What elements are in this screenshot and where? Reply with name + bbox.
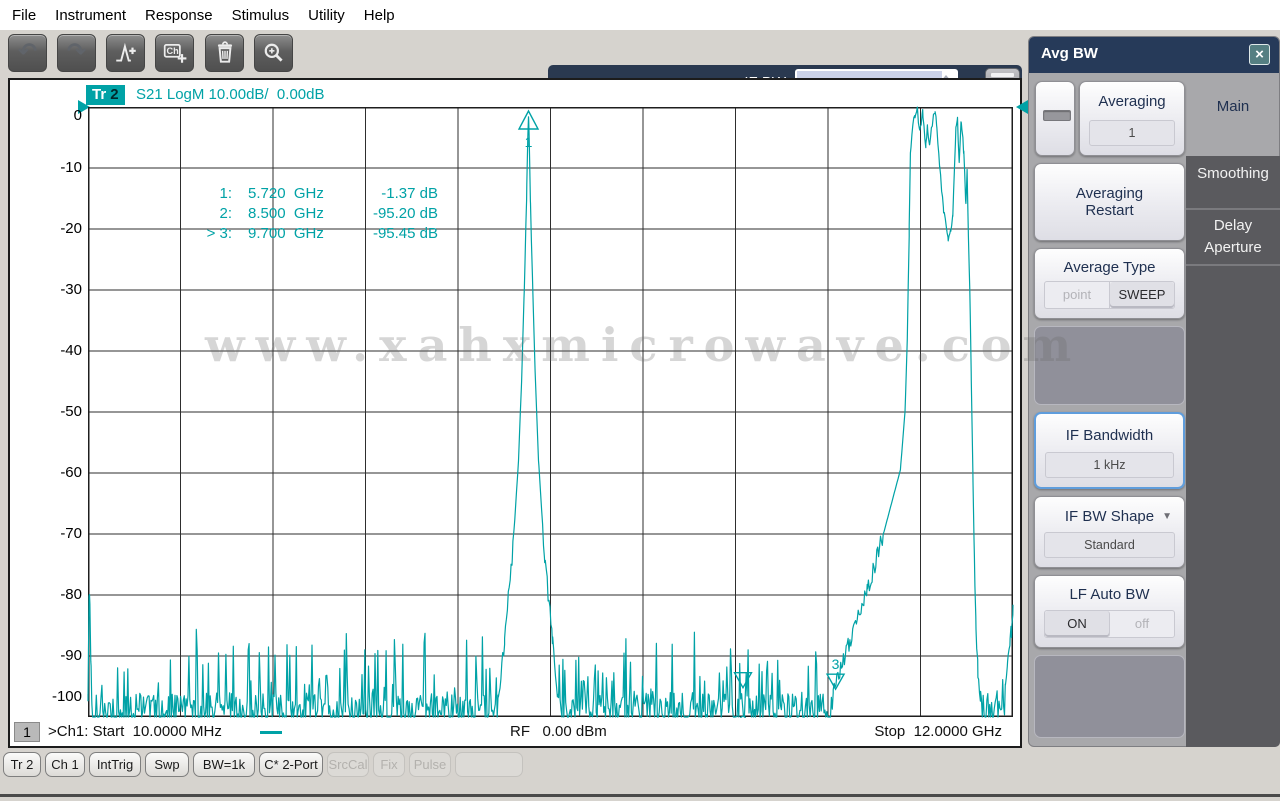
menu-item-file[interactable]: File (12, 7, 36, 24)
keypad-icon (991, 73, 1014, 77)
y-tick--40: -40 (60, 342, 82, 359)
tab-delay-aperture[interactable]: Delay (1186, 217, 1280, 234)
if-bandwidth-button[interactable]: IF Bandwidth 1 kHz (1034, 412, 1185, 489)
add-trace-button[interactable] (106, 34, 145, 72)
status-button-swp[interactable]: Swp (145, 752, 189, 777)
vna-application-window: File Instrument Response Stimulus Utility Hel… (0, 0, 1280, 801)
delete-trace-icon (217, 41, 232, 63)
marker-1-label: 1 (525, 134, 533, 150)
dropdown-arrow-icon: ▼ (1162, 511, 1172, 522)
redo-icon: ↷ (66, 38, 87, 64)
menu-bar: File Instrument Response Stimulus Utility Hel… (0, 0, 1280, 30)
averaging-button[interactable]: Averaging 1 (1079, 81, 1185, 156)
if-bw-shape-button[interactable]: IF BW Shape ▼ Standard (1034, 496, 1185, 568)
status-bar: Tr 2 Ch 1 IntTrig Swp BW=1k C* 2-Port SrcCal Fi… (3, 752, 523, 777)
tab-main[interactable]: Main (1186, 98, 1280, 115)
average-type-button[interactable]: Average Type point SWEEP (1034, 248, 1185, 319)
marker-3-label: 3 (832, 656, 840, 672)
redo-button[interactable]: ↷ (57, 34, 96, 72)
averaging-value: 1 (1089, 120, 1175, 146)
blank-softkey-2 (1034, 655, 1185, 738)
y-tick--20: -20 (60, 220, 82, 237)
zoom-button[interactable] (254, 34, 293, 72)
blank-softkey-1 (1034, 326, 1185, 405)
menu-item-help[interactable]: Help (364, 7, 395, 24)
stop-frequency-label: Stop 12.0000 GHz (874, 723, 1002, 740)
y-tick--70: -70 (60, 525, 82, 542)
add-channel-button[interactable]: Ch (155, 34, 194, 72)
delete-trace-button[interactable] (205, 34, 244, 72)
y-tick--30: -30 (60, 281, 82, 298)
channel-footer: 1 >Ch1: Start 10.0000 MHz RF 0.00 dBm St… (10, 718, 1020, 746)
menu-item-response[interactable]: Response (145, 7, 213, 24)
menu-item-utility[interactable]: Utility (308, 7, 345, 24)
svg-text:Ch: Ch (166, 46, 179, 56)
status-button-fix[interactable]: Fix (373, 752, 405, 777)
y-tick--90: -90 (60, 647, 82, 664)
status-button-c-2-port[interactable]: C* 2-Port (259, 752, 323, 777)
menu-item-stimulus[interactable]: Stimulus (232, 7, 290, 24)
panel-title-bar: Avg BW × (1029, 37, 1279, 73)
status-button-inttrig[interactable]: IntTrig (89, 752, 141, 777)
y-tick--60: -60 (60, 464, 82, 481)
marker-readout-row-3: > 3: 9.700 GHz -95.45 dB (206, 225, 438, 242)
status-button-pulse[interactable]: Pulse (409, 752, 451, 777)
averaging-restart-button[interactable]: Averaging Restart (1034, 163, 1185, 241)
y-tick-0: 0 (73, 107, 82, 124)
start-frequency-label: >Ch1: Start 10.0000 MHz (48, 723, 222, 740)
ref-level-right-icon (1016, 100, 1028, 114)
marker-readout-row-2: 2: 8.500 GHz -95.20 dB (219, 205, 438, 222)
trace-badge[interactable]: Tr 2 (86, 85, 125, 105)
close-icon[interactable]: × (1249, 44, 1270, 65)
add-channel-icon: Ch (163, 44, 186, 63)
undo-button[interactable]: ↶ (8, 34, 47, 72)
zoom-icon (264, 43, 283, 62)
status-button-srccal[interactable]: SrcCal (327, 752, 369, 777)
rf-power-label: RF 0.00 dBm (510, 723, 607, 740)
status-button-blank[interactable] (455, 752, 523, 777)
undo-icon: ↶ (17, 38, 38, 64)
if-bw-shape-value: Standard (1044, 532, 1175, 558)
channel-number-badge: 1 (14, 722, 40, 742)
y-tick--10: -10 (60, 159, 82, 176)
averaging-toggle-button[interactable] (1035, 81, 1075, 156)
trace-title: S21 LogM 10.00dB/ 0.00dB (136, 86, 325, 103)
status-button-tr-2[interactable]: Tr 2 (3, 752, 41, 777)
lf-auto-bw-button[interactable]: LF Auto BW ON off (1034, 575, 1185, 648)
add-trace-icon (115, 42, 136, 62)
average-type-toggle[interactable]: point SWEEP (1044, 281, 1175, 309)
avg-bw-panel: Avg BW × Averaging 1 Averaging Restart A… (1028, 36, 1280, 747)
y-tick--100: -100 (51, 688, 82, 705)
y-tick--80: -80 (60, 586, 82, 603)
status-button-ch-1[interactable]: Ch 1 (45, 752, 85, 777)
tab-smoothing[interactable]: Smoothing (1186, 165, 1280, 182)
menu-item-instrument[interactable]: Instrument (55, 7, 126, 24)
panel-title: Avg BW (1041, 45, 1098, 62)
lf-auto-bw-toggle[interactable]: ON off (1044, 610, 1175, 638)
tab-delay-aperture-line2[interactable]: Aperture (1186, 239, 1280, 256)
trace-color-dash-icon (260, 731, 282, 734)
y-tick--50: -50 (60, 403, 82, 420)
window-bottom-edge (0, 794, 1280, 797)
status-button-bw-1k[interactable]: BW=1k (193, 752, 255, 777)
chart-area: Tr 2 S21 LogM 10.00dB/ 0.00dB 0 -10 -20 -30 -… (8, 78, 1028, 748)
averaging-led-icon (1043, 110, 1071, 121)
if-bandwidth-value: 1 kHz (1045, 452, 1174, 478)
marker-readout-row-1: 1: 5.720 GHz -1.37 dB (219, 185, 438, 202)
